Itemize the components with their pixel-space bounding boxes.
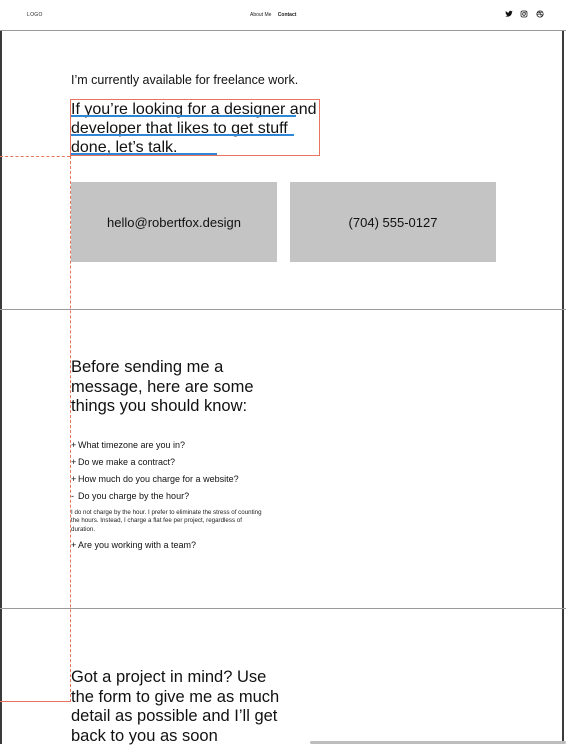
- faq-question: What timezone are you in?: [78, 440, 186, 450]
- phone-card[interactable]: (704) 555-0127: [290, 182, 496, 262]
- expand-icon: +: [71, 440, 77, 450]
- faq-item[interactable]: + What timezone are you in?: [71, 440, 185, 450]
- expand-icon: +: [71, 540, 77, 550]
- faq-item[interactable]: + How much do you charge for a website?: [71, 474, 239, 484]
- guide-line-horizontal: [0, 156, 70, 157]
- faq-answer: I do not charge by the hour. I prefer to…: [71, 509, 262, 533]
- expand-icon: +: [71, 457, 77, 467]
- email-link[interactable]: hello@robertfox.design: [107, 215, 241, 230]
- phone-link[interactable]: (704) 555-0127: [349, 215, 438, 230]
- selection-outline: [70, 99, 320, 156]
- headline-underline: [71, 115, 296, 117]
- twitter-icon[interactable]: [505, 10, 513, 18]
- nav-about-link[interactable]: About Me: [250, 12, 271, 18]
- expand-icon: +: [71, 474, 77, 484]
- guide-line-bottom: [0, 701, 71, 702]
- faq-item[interactable]: + Are you working with a team?: [71, 540, 196, 550]
- logo[interactable]: LOGO: [27, 12, 43, 18]
- faq-question: Are you working with a team?: [78, 540, 197, 550]
- instagram-icon[interactable]: [520, 10, 528, 18]
- faq-item[interactable]: + Do we make a contract?: [71, 457, 175, 467]
- guide-line-vertical: [70, 156, 71, 702]
- faq-heading: Before sending me a message, here are so…: [71, 358, 254, 415]
- faq-question: How much do you charge for a website?: [78, 474, 239, 484]
- headline-underline: [71, 153, 217, 155]
- dribbble-icon[interactable]: [536, 10, 544, 18]
- project-heading: Got a project in mind? Use the form to g…: [71, 668, 280, 745]
- email-card[interactable]: hello@robertfox.design: [71, 182, 277, 262]
- faq-question: Do we make a contract?: [78, 457, 176, 467]
- collapse-icon: -: [71, 491, 74, 501]
- faq-question: Do you charge by the hour?: [78, 491, 190, 501]
- availability-text: I’m currently available for freelance wo…: [71, 73, 299, 87]
- nav-contact-link[interactable]: Contact: [278, 12, 297, 18]
- contact-intro-section: [0, 30, 566, 310]
- top-navigation: LOGO About Me Contact: [0, 0, 566, 31]
- faq-item-expanded[interactable]: - Do you charge by the hour?: [71, 491, 189, 501]
- headline-underline: [71, 134, 294, 136]
- nav-links: About Me Contact: [250, 12, 301, 18]
